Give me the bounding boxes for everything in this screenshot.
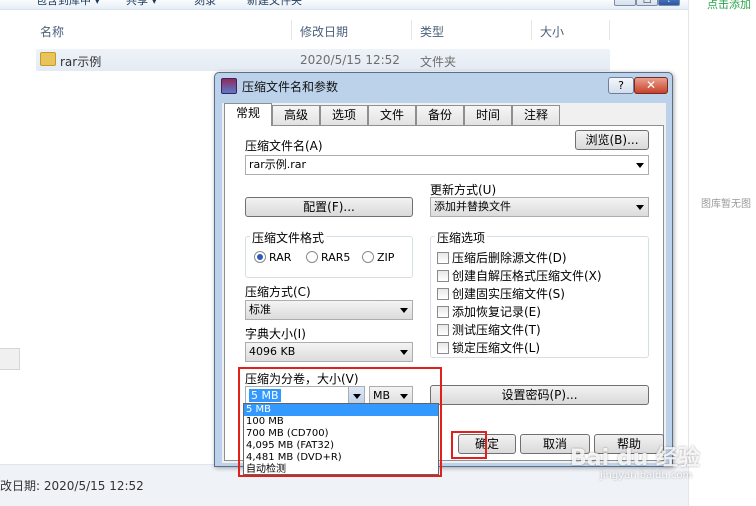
column-name[interactable]: 名称	[40, 23, 64, 40]
tab-files[interactable]: 文件	[368, 105, 416, 125]
no-image-text: 图库暂无图	[701, 199, 751, 210]
browse-button[interactable]: 浏览(B)...	[575, 130, 649, 150]
dialog-title: 压缩文件名和参数	[242, 80, 339, 94]
minimize-icon[interactable]: ─	[614, 0, 636, 6]
dialog-titlebar[interactable]: 压缩文件名和参数 ? ✕	[215, 73, 672, 99]
explorer-toolbar: 包含到库中 ▾ 共享 ▾ 刻录 新建文件夹	[0, 0, 688, 10]
format-radio-zip[interactable]: ZIP	[362, 251, 394, 264]
archive-name-field[interactable]: rar示例.rar	[245, 155, 649, 175]
maximize-icon[interactable]: □	[636, 0, 658, 6]
checkbox-icon	[437, 305, 449, 318]
option-recovery[interactable]: 添加恢复记录(E)	[437, 303, 541, 320]
tab-options[interactable]: 选项	[320, 105, 368, 125]
dialog-help-button[interactable]: ?	[608, 77, 634, 94]
burn-button[interactable]: 刻录	[194, 0, 216, 8]
format-radio-rar[interactable]: RAR	[254, 251, 291, 264]
method-select[interactable]: 标准	[245, 300, 413, 320]
new-folder-button[interactable]: 新建文件夹	[247, 0, 302, 8]
add-text[interactable]: 点击添加	[707, 0, 751, 12]
option-lock[interactable]: 锁定压缩文件(L)	[437, 339, 540, 356]
annotation-box-split	[238, 367, 442, 477]
checkbox-icon	[437, 287, 449, 300]
method-label: 压缩方式(C)	[245, 285, 311, 299]
archive-name-value: rar示例.rar	[249, 158, 307, 171]
column-size[interactable]: 大小	[540, 23, 564, 40]
checkbox-icon	[437, 341, 449, 354]
archive-name-label: 压缩文件名(A)	[245, 139, 323, 153]
chevron-down-icon[interactable]	[400, 350, 408, 355]
profiles-button[interactable]: 配置(F)...	[245, 197, 413, 217]
column-type[interactable]: 类型	[420, 23, 444, 40]
update-mode-select[interactable]: 添加并替换文件	[430, 197, 649, 217]
option-delete-after[interactable]: 压缩后删除源文件(D)	[437, 249, 567, 266]
format-group: 压缩文件格式 RAR RAR5 ZIP	[245, 229, 413, 278]
right-side-panel: 点击添加 图库暂无图	[688, 0, 756, 506]
chevron-down-icon[interactable]	[636, 205, 644, 210]
set-password-button[interactable]: 设置密码(P)...	[430, 385, 649, 405]
chevron-down-icon[interactable]	[636, 163, 644, 168]
update-mode-label: 更新方式(U)	[430, 183, 497, 197]
dict-value: 4096 KB	[249, 345, 296, 358]
baidu-watermark-url: jingyan.baidu.com	[600, 470, 693, 481]
share-button[interactable]: 共享 ▾	[126, 0, 157, 8]
option-sfx[interactable]: 创建自解压格式压缩文件(X)	[437, 267, 602, 284]
option-test[interactable]: 测试压缩文件(T)	[437, 321, 541, 338]
dict-select[interactable]: 4096 KB	[245, 342, 413, 362]
checkbox-icon	[437, 251, 449, 264]
tab-backup[interactable]: 备份	[416, 105, 464, 125]
status-text: 改日期: 2020/5/15 12:52	[0, 479, 144, 493]
method-value: 标准	[249, 303, 271, 316]
radio-icon	[306, 251, 318, 263]
screen: 包含到库中 ▾ 共享 ▾ 刻录 新建文件夹 ─ □ ? 名称 修改日期 类型 大…	[0, 0, 756, 506]
option-solid[interactable]: 创建固实压缩文件(S)	[437, 285, 565, 302]
chevron-down-icon[interactable]	[400, 308, 408, 313]
checkbox-icon	[437, 269, 449, 282]
help-icon[interactable]: ?	[658, 0, 680, 6]
explorer-window-controls: ─ □ ?	[614, 0, 680, 8]
nav-pane-edge	[0, 348, 20, 370]
file-row[interactable]: rar示例 2020/5/15 12:52 文件夹	[36, 49, 610, 71]
tab-time[interactable]: 时间	[464, 105, 512, 125]
baidu-watermark: Bai du 经验	[570, 446, 700, 471]
folder-icon	[40, 52, 56, 66]
radio-icon	[362, 251, 374, 263]
options-group-title: 压缩选项	[435, 229, 488, 246]
tab-comment[interactable]: 注释	[512, 105, 560, 125]
dict-label: 字典大小(I)	[245, 327, 306, 341]
format-radio-rar5[interactable]: RAR5	[306, 251, 350, 264]
radio-selected-icon	[254, 251, 266, 263]
column-modified[interactable]: 修改日期	[300, 23, 348, 40]
format-group-title: 压缩文件格式	[250, 229, 327, 246]
tab-advanced[interactable]: 高级	[272, 105, 320, 125]
tab-general[interactable]: 常规	[224, 103, 272, 126]
column-header-row: 名称 修改日期 类型 大小	[0, 18, 688, 42]
annotation-box-ok	[451, 431, 487, 459]
include-in-library-button[interactable]: 包含到库中 ▾	[36, 0, 100, 8]
update-mode-value: 添加并替换文件	[434, 200, 511, 213]
options-group: 压缩选项 压缩后删除源文件(D) 创建自解压格式压缩文件(X) 创建固实压缩文件…	[430, 229, 649, 358]
dialog-close-button[interactable]: ✕	[634, 77, 668, 94]
winrar-icon	[221, 78, 237, 94]
file-name: rar示例	[60, 55, 102, 69]
checkbox-icon	[437, 323, 449, 336]
file-modified: 2020/5/15 12:52	[300, 53, 400, 67]
file-type: 文件夹	[420, 55, 457, 69]
